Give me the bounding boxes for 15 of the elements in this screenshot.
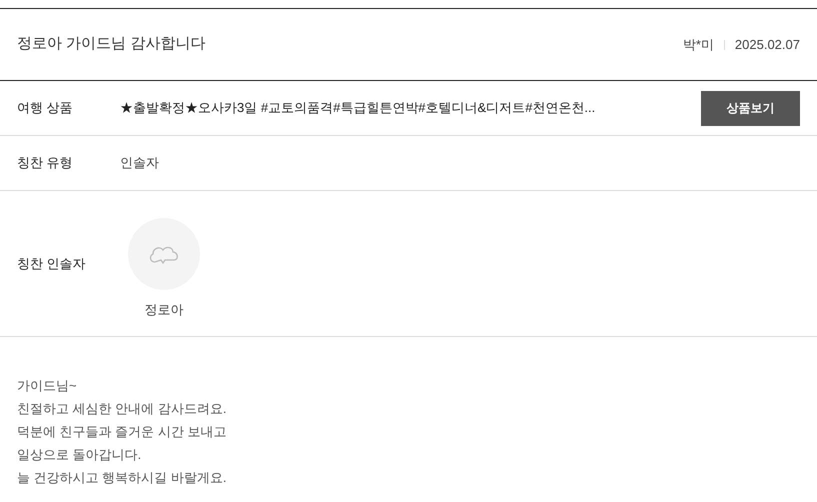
review-text: 친절하고 세심한 안내에 감사드려요. [17,400,226,418]
guide-name: 정로아 [144,300,184,319]
author-name: 박*미 [682,36,714,54]
row-label: 여행 상품 [17,99,74,118]
review-text: 덕분에 친구들과 즐거운 시간 보내고 [17,423,226,441]
product-name: ★출발확정★오사카3일 #교토의품격#특급힐튼연박#호텔디너&디저트#천연온천... [120,99,596,118]
post-date: 2025.02.07 [734,36,800,54]
praise-type: 인솔자 [120,154,159,172]
row-label: 칭찬 유형 [17,154,74,172]
view-product-button[interactable]: 상품보기 [701,90,800,126]
post-title: 정로아 가이드님 감사합니다 [17,34,206,54]
review-text: 가이드님~ [17,377,77,395]
row-label: 칭찬 인솔자 [17,254,87,273]
review-text: 늘 건강하시고 행복하시길 바랄게요. [17,469,226,487]
review-text: 일상으로 돌아갑니다. [17,446,142,464]
